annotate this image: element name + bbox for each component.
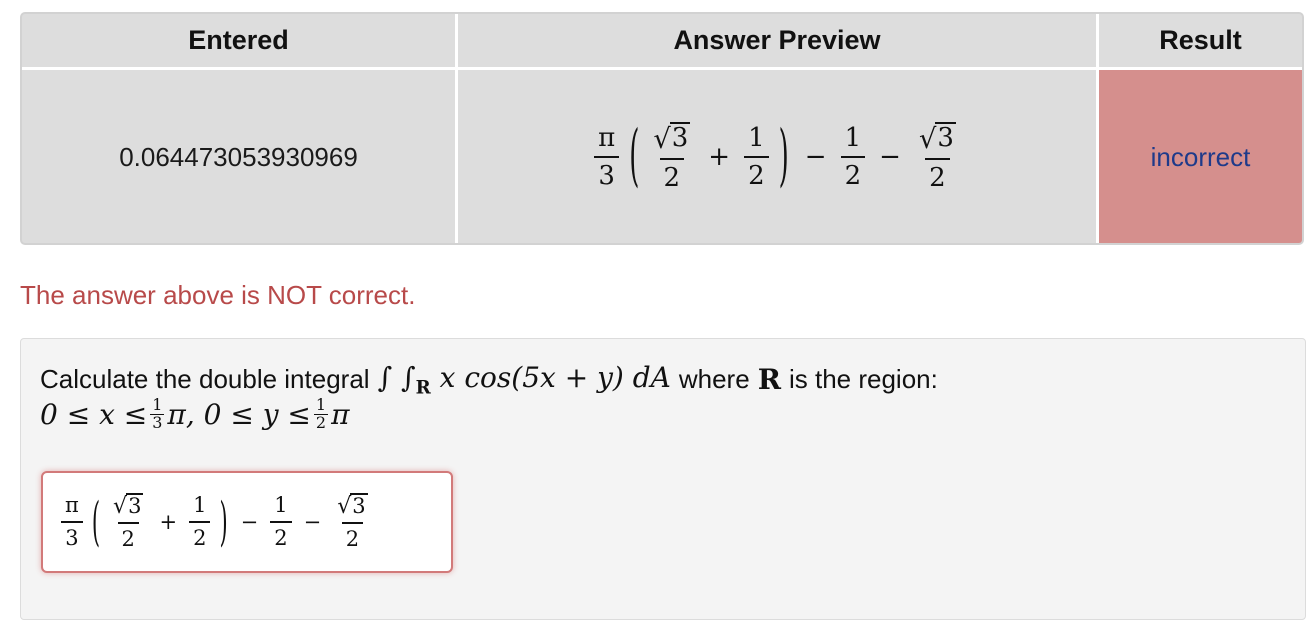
results-header-row: Entered Answer Preview Result xyxy=(22,14,1302,70)
integral-expression: ∫ ∫R x cos(5x + y) dA xyxy=(377,361,671,399)
answer-input-math: π 3 ( √ 3 2 + 1 2 ) − 1 2 − √ 3 2 xyxy=(57,492,376,552)
constraint-frac-1-3: 1 3 xyxy=(150,395,165,432)
preview-frac-sqrt3-2: √ 3 2 xyxy=(653,122,691,194)
constraint-frac-1-2: 1 2 xyxy=(313,395,329,432)
answer-preview-math: π 3 ( √ 3 2 + 1 2 ) − 1 2 − √ 3 2 xyxy=(590,118,964,196)
preview-frac-1-2: 1 2 xyxy=(744,124,769,191)
entered-value: 0.064473053930969 xyxy=(22,70,458,243)
result-status: incorrect xyxy=(1099,70,1302,243)
preview-frac-pi-3: π 3 xyxy=(594,124,619,191)
problem-suffix: is the region: xyxy=(788,364,938,395)
region-symbol: R xyxy=(757,363,781,397)
header-answer-preview: Answer Preview xyxy=(458,14,1099,67)
preview-left-paren: ( xyxy=(629,118,640,197)
results-data-row: 0.064473053930969 π 3 ( √3 2 + 1 2 ) − xyxy=(22,70,1302,243)
preview-minus-1: − xyxy=(804,142,827,173)
region-constraints: 0 ≤ x ≤ 1 3 π, 0 ≤ y ≤ 1 2 π xyxy=(40,395,350,432)
answer-input[interactable]: π 3 ( √ 3 2 + 1 2 ) − 1 2 − √ 3 2 xyxy=(41,471,453,573)
answer-preview: π 3 ( √ 3 2 + 1 2 ) − 1 2 − √ 3 2 xyxy=(458,70,1099,243)
problem-prefix: Calculate the double integral xyxy=(40,364,370,395)
header-result: Result xyxy=(1159,25,1242,55)
header-entered: Entered xyxy=(22,14,458,67)
problem-where: where xyxy=(678,364,750,395)
problem-panel: Calculate the double integral ∫ ∫R x cos… xyxy=(20,338,1306,620)
results-table: Entered Answer Preview Result 0.06447305… xyxy=(20,12,1304,245)
preview-minus-2: − xyxy=(879,142,901,173)
problem-statement: Calculate the double integral ∫ ∫R x cos… xyxy=(40,361,938,399)
preview-frac-1-2b: 1 2 xyxy=(840,124,866,191)
preview-frac-sqrt3-2b: √ 3 2 xyxy=(918,122,956,194)
preview-right-paren: ) xyxy=(778,118,789,197)
feedback-message: The answer above is NOT correct. xyxy=(20,280,416,310)
preview-plus: + xyxy=(708,142,731,173)
